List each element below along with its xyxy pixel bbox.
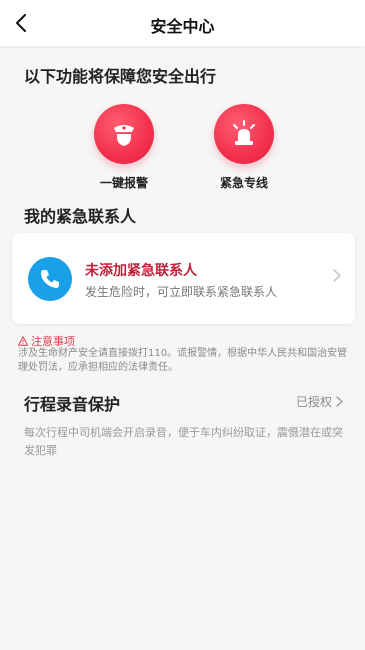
recording-status: 已授权: [295, 395, 332, 409]
warning-icon: [18, 336, 28, 346]
contacts-section-title: 我的紧急联系人: [24, 207, 137, 226]
one-click-alarm-button[interactable]: 一键报警: [79, 104, 169, 191]
add-emergency-contact-card[interactable]: 未添加紧急联系人 发生危险时，可立即联系紧急联系人: [12, 233, 355, 324]
recording-section-title: 行程录音保护: [24, 395, 121, 414]
contact-card-title: 未添加紧急联系人: [85, 263, 197, 279]
protection-section-title: 以下功能将保障您安全出行: [24, 67, 217, 86]
emergency-hotline-button[interactable]: 紧急专线: [199, 104, 289, 191]
one-click-alarm-label: 一键报警: [99, 176, 148, 190]
top-nav-bar: 安全中心: [0, 0, 365, 46]
chevron-right-icon: [333, 269, 341, 282]
recording-description: 每次行程中司机端会开启录音，便于车内纠纷取证，震慑潜在或突发犯罪: [24, 426, 343, 457]
notice-text: 涉及生命财产安全请直接拨打110。谎报警情，根据中华人民共和国治安管理处罚法，应…: [18, 348, 348, 373]
emergency-hotline-label: 紧急专线: [219, 176, 268, 190]
phone-icon: [28, 257, 72, 301]
page-title: 安全中心: [150, 17, 215, 36]
chevron-right-icon: [336, 396, 343, 407]
recording-authorization-link[interactable]: 已授权: [296, 393, 343, 410]
police-icon: [94, 104, 154, 164]
alarm-light-icon: [214, 104, 274, 164]
contact-card-subtitle: 发生危险时，可立即联系紧急联系人: [85, 285, 278, 299]
